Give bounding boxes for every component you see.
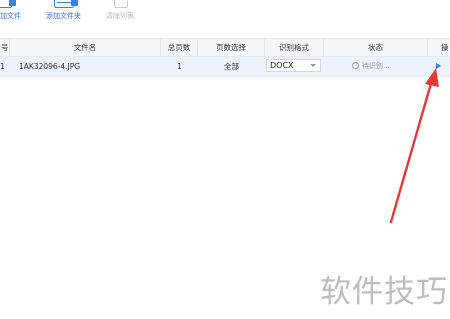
clear-list-icon [114, 0, 128, 8]
col-index-header[interactable]: 号 [0, 39, 10, 56]
row-index: 1 [0, 62, 5, 71]
col-status-header[interactable]: 状态 [324, 39, 428, 56]
file-table: 号 文件名 总页数 页数选择 识别格式 状态 操 1 1AK32096-4.JP… [0, 38, 450, 77]
arrow-shaft [389, 78, 434, 224]
watermark: 软件技巧 [320, 274, 448, 310]
col-page-select-header[interactable]: 页数选择 [198, 39, 265, 56]
add-file-icon [0, 0, 16, 8]
col-format-header[interactable]: 识别格式 [265, 39, 324, 56]
format-select-value: DOCX [270, 61, 294, 70]
add-folder-label: 添加文件夹 [46, 12, 81, 20]
add-folder-icon [54, 0, 78, 8]
add-file-button[interactable]: 加文件 [0, 0, 30, 36]
row-filename: 1AK32096-4.JPG [19, 62, 81, 71]
clear-list-label: 清除列表 [106, 12, 134, 20]
status-cell: 待识别... [352, 57, 390, 76]
row-pages: 1 [177, 62, 182, 71]
clear-list-button[interactable]: 清除列表 [104, 0, 140, 36]
col-pages-header[interactable]: 总页数 [161, 39, 198, 56]
col-filename-header[interactable]: 文件名 [10, 39, 161, 56]
chevron-down-icon [310, 64, 316, 67]
clock-icon [352, 62, 359, 69]
col-action-header[interactable]: 操 [428, 39, 450, 56]
row-page-select[interactable]: 全部 [198, 57, 265, 76]
add-file-label: 加文件 [0, 12, 21, 20]
table-header: 号 文件名 总页数 页数选择 识别格式 状态 操 [0, 38, 450, 57]
format-select[interactable]: DOCX [266, 59, 321, 72]
start-recognition-play-icon[interactable] [436, 63, 441, 69]
table-row[interactable]: 1 1AK32096-4.JPG 1 全部 DOCX 待识别... [0, 57, 450, 77]
status-text: 待识别... [362, 62, 390, 70]
toolbar: 加文件 添加文件夹 清除列表 [0, 0, 450, 36]
add-folder-button[interactable]: 添加文件夹 [40, 0, 86, 36]
